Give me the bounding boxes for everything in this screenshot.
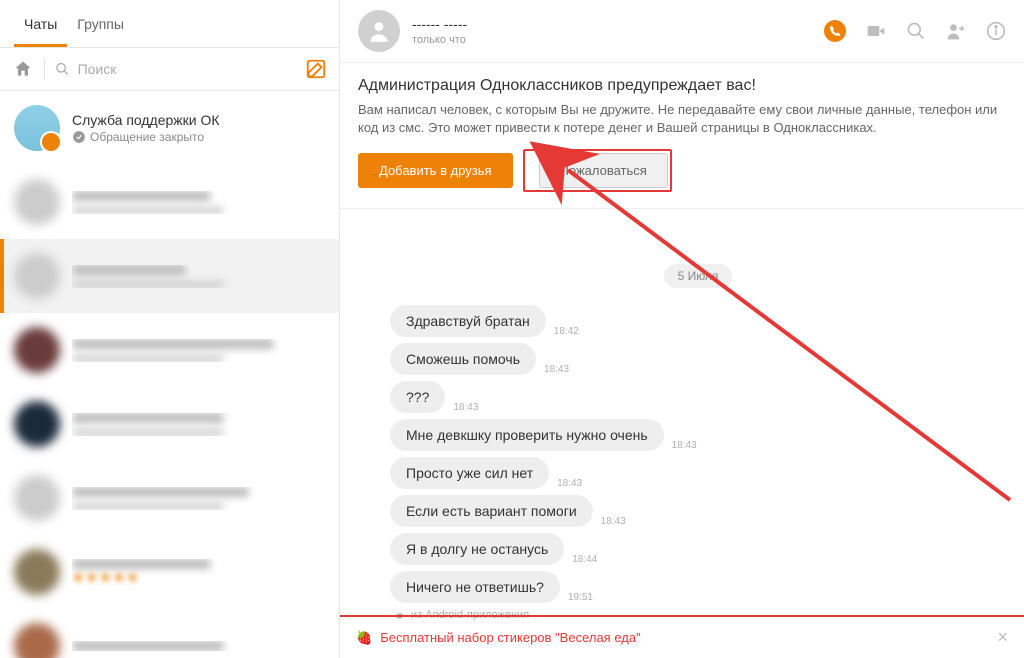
message-time: 18:44 — [572, 554, 597, 565]
chat-item-blurred[interactable] — [0, 461, 339, 535]
chat-item-blurred[interactable] — [0, 609, 339, 658]
tab-groups[interactable]: Группы — [67, 0, 134, 47]
warning-title: Администрация Одноклассников предупрежда… — [358, 77, 1006, 95]
video-icon[interactable] — [866, 21, 886, 41]
add-user-icon[interactable] — [946, 21, 966, 41]
tabs: Чаты Группы — [0, 0, 339, 48]
contact-name: ------ ----- — [412, 16, 467, 32]
chat-item-blurred[interactable]: ★★★★★ — [0, 535, 339, 609]
search-input[interactable] — [78, 61, 305, 77]
message-bubble: Ничего не ответишь? — [390, 571, 560, 603]
chat-item-blurred[interactable] — [0, 239, 339, 313]
search-icon — [55, 61, 70, 77]
message-time: 18:43 — [601, 516, 626, 527]
date-separator: 5 Июля — [390, 267, 1006, 283]
avatar — [14, 327, 60, 373]
chat-item-blurred[interactable] — [0, 387, 339, 461]
avatar — [14, 401, 60, 447]
message-row: Если есть вариант помоги 18:43 — [390, 495, 1006, 527]
avatar — [14, 475, 60, 521]
chat-item-blurred[interactable] — [0, 313, 339, 387]
chat-item-support[interactable]: Служба поддержки ОК Обращение закрыто — [0, 91, 339, 165]
avatar-support — [14, 105, 60, 151]
message-row: ??? 18:43 — [390, 381, 1006, 413]
strawberry-icon: 🍓 — [356, 630, 372, 646]
sticker-bar[interactable]: 🍓 Бесплатный набор стикеров "Веселая еда… — [340, 615, 1024, 658]
message-time: 18:43 — [557, 478, 582, 489]
message-row: Сможешь помочь 18:43 — [390, 343, 1006, 375]
message-bubble: Мне девкшку проверить нужно очень — [390, 419, 664, 451]
message-bubble: ??? — [390, 381, 445, 413]
message-bubble: Здравствуй братан — [390, 305, 546, 337]
warning-block: Администрация Одноклассников предупрежда… — [340, 63, 1024, 209]
message-time: 19:51 — [568, 592, 593, 603]
message-bubble: Я в долгу не останусь — [390, 533, 564, 565]
add-friend-button[interactable]: Добавить в друзья — [358, 153, 513, 188]
message-row: Просто уже сил нет 18:43 — [390, 457, 1006, 489]
warning-text: Вам написал человек, с которым Вы не дру… — [358, 101, 1006, 137]
check-icon — [72, 130, 86, 144]
chat-item-title: Служба поддержки ОК — [72, 112, 325, 128]
message-time: 18:43 — [544, 364, 569, 375]
info-icon[interactable] — [986, 21, 1006, 41]
close-icon[interactable]: × — [997, 627, 1008, 648]
avatar — [14, 549, 60, 595]
divider — [44, 58, 45, 80]
chat-item-blurred[interactable] — [0, 165, 339, 239]
search-icon[interactable] — [906, 21, 926, 41]
complain-button[interactable]: Пожаловаться — [539, 153, 668, 188]
call-icon[interactable] — [824, 20, 846, 42]
message-row: Ничего не ответишь? 19:51 — [390, 571, 1006, 603]
contact-sub: только что — [412, 34, 467, 46]
message-row: Мне девкшку проверить нужно очень 18:43 — [390, 419, 1006, 451]
main: ------ ----- только что Администрация Од… — [340, 0, 1024, 658]
message-row: Здравствуй братан 18:42 — [390, 305, 1006, 337]
message-time: 18:43 — [453, 402, 478, 413]
message-bubble: Сможешь помочь — [390, 343, 536, 375]
chat-item-sub: Обращение закрыто — [72, 130, 325, 144]
message-bubble: Просто уже сил нет — [390, 457, 549, 489]
sidebar: Чаты Группы Служба поддержки ОК Обращени… — [0, 0, 340, 658]
avatar — [14, 179, 60, 225]
annotation-highlight: Пожаловаться — [523, 149, 672, 192]
message-bubble: Если есть вариант помоги — [390, 495, 593, 527]
tab-chats[interactable]: Чаты — [14, 0, 67, 47]
chat-header: ------ ----- только что — [340, 0, 1024, 63]
header-icons — [824, 20, 1006, 42]
avatar[interactable] — [358, 10, 400, 52]
home-icon[interactable] — [12, 59, 34, 79]
message-time: 18:43 — [672, 440, 697, 451]
avatar — [14, 623, 60, 658]
messages: 5 Июля Здравствуй братан 18:42 Сможешь пом… — [340, 209, 1024, 658]
message-row: Я в долгу не останусь 18:44 — [390, 533, 1006, 565]
chat-list: Служба поддержки ОК Обращение закрыто — [0, 91, 339, 658]
search-row — [0, 48, 339, 91]
avatar — [14, 253, 60, 299]
compose-icon[interactable] — [305, 58, 327, 80]
message-time: 18:42 — [554, 326, 579, 337]
